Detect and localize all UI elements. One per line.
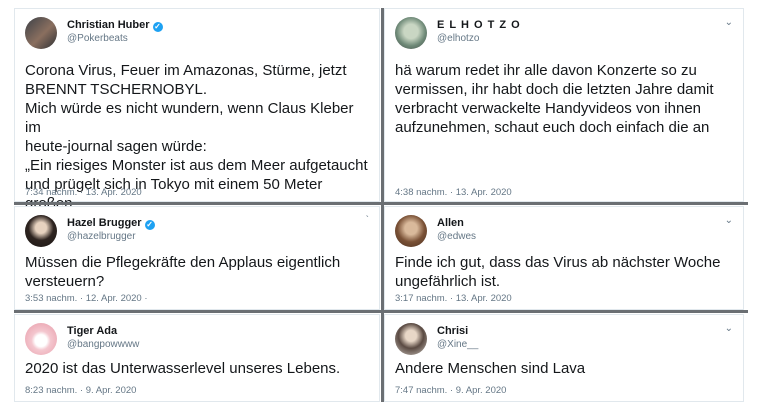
tweet-card[interactable]: Allen @edwes ⌄ Finde ich gut, dass das V… <box>384 206 744 310</box>
chevron-down-icon[interactable]: ⌄ <box>725 215 733 226</box>
author-name[interactable]: Chrisi <box>437 325 468 337</box>
tweet-header: Allen @edwes ⌄ <box>385 207 743 257</box>
avatar[interactable] <box>395 215 427 247</box>
author-handle[interactable]: @edwes <box>437 231 476 242</box>
tweet-timestamp[interactable]: 7:47 nachm. · 9. Apr. 2020 <box>395 385 506 396</box>
avatar[interactable] <box>25 323 57 355</box>
author-name[interactable]: Hazel Brugger <box>67 217 142 229</box>
author-handle[interactable]: @Xine__ <box>437 339 478 350</box>
avatar[interactable] <box>25 215 57 247</box>
tweet-timestamp[interactable]: 7:34 nachm. · 13. Apr. 2020 <box>25 187 142 198</box>
tweet-text: hä warum redet ihr alle davon Konzerte s… <box>395 62 714 136</box>
author-name[interactable]: Tiger Ada <box>67 325 117 337</box>
author-name[interactable]: Christian Huber <box>67 19 150 31</box>
avatar[interactable] <box>395 323 427 355</box>
avatar[interactable] <box>25 17 57 49</box>
avatar[interactable] <box>395 17 427 49</box>
tweet-timestamp[interactable]: 3:53 nachm. · 12. Apr. 2020 · <box>25 293 148 304</box>
tweet-timestamp[interactable]: 4:38 nachm. · 13. Apr. 2020 <box>395 187 512 198</box>
tweet-text: Andere Menschen sind Lava <box>395 360 586 377</box>
author-name[interactable]: Allen <box>437 217 464 229</box>
tweet-card[interactable]: E L H O T Z O @elhotzo ⌄ hä warum redet … <box>384 8 744 202</box>
tweet-header: E L H O T Z O @elhotzo ⌄ <box>385 9 743 59</box>
tweet-card[interactable]: Tiger Ada @bangpowwww 2020 ist das Unter… <box>14 314 380 402</box>
tweet-header: Hazel Brugger ✓ @hazelbrugger ` <box>15 207 379 257</box>
author-handle[interactable]: @bangpowwww <box>67 339 139 350</box>
chevron-down-icon[interactable]: ` <box>366 215 369 226</box>
verified-badge-icon: ✓ <box>144 220 155 230</box>
tweet-text: 2020 ist das Unterwasserlevel unseres Le… <box>25 360 341 377</box>
author-handle[interactable]: @Pokerbeats <box>67 33 128 44</box>
tweet-card[interactable]: Christian Huber ✓ @Pokerbeats Corona Viru… <box>14 8 380 231</box>
tweet-text: Finde ich gut, dass das Virus ab nächste… <box>395 254 721 290</box>
tweet-card[interactable]: Hazel Brugger ✓ @hazelbrugger ` Müssen di… <box>14 206 380 310</box>
tweet-card[interactable]: Chrisi @Xine__ ⌄ Andere Menschen sind La… <box>384 314 744 402</box>
tweet-header: Christian Huber ✓ @Pokerbeats <box>15 9 379 59</box>
author-name[interactable]: E L H O T Z O <box>437 19 521 31</box>
author-handle[interactable]: @hazelbrugger <box>67 231 136 242</box>
author-handle[interactable]: @elhotzo <box>437 33 479 44</box>
verified-badge-icon: ✓ <box>152 22 163 32</box>
tweet-collage: Christian Huber ✓ @Pokerbeats Corona Viru… <box>0 0 768 409</box>
tweet-header: Tiger Ada @bangpowwww <box>15 315 379 365</box>
chevron-down-icon[interactable]: ⌄ <box>725 17 733 28</box>
tweet-text: Müssen die Pflegekräfte den Applaus eige… <box>25 254 341 290</box>
tweet-timestamp[interactable]: 8:23 nachm. · 9. Apr. 2020 <box>25 385 136 396</box>
divider <box>381 8 384 402</box>
tweet-header: Chrisi @Xine__ ⌄ <box>385 315 743 365</box>
tweet-timestamp[interactable]: 3:17 nachm. · 13. Apr. 2020 <box>395 293 512 304</box>
chevron-down-icon[interactable]: ⌄ <box>725 323 733 334</box>
